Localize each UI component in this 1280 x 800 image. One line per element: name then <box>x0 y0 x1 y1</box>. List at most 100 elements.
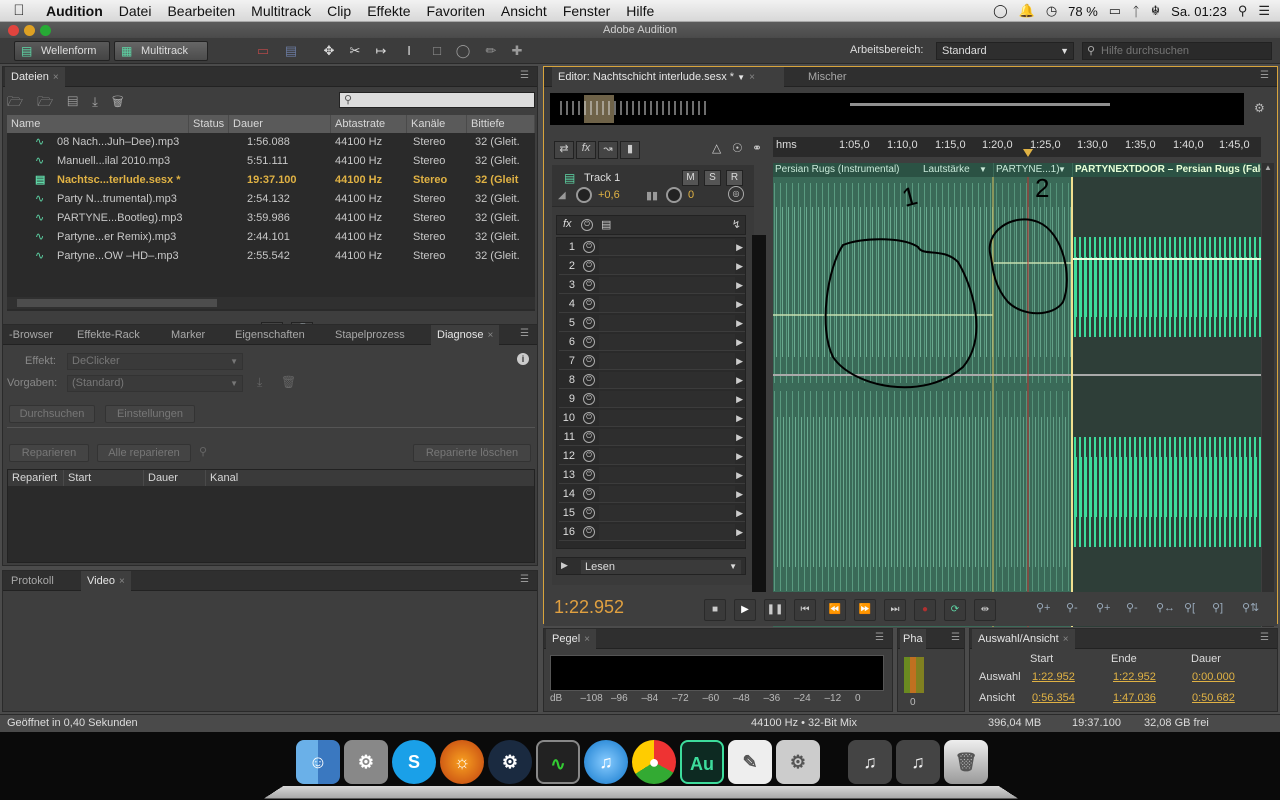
repair-button[interactable]: Reparieren <box>9 444 89 462</box>
fx-slot-field[interactable] <box>599 296 735 312</box>
razor-tool-icon[interactable]: ✂ <box>346 42 364 60</box>
column-bit-depth[interactable]: Bittiefe <box>467 115 535 133</box>
fx-slot-field[interactable] <box>599 277 735 293</box>
power-icon[interactable]: ⏻ <box>583 241 595 253</box>
fx-slot-field[interactable] <box>599 315 735 331</box>
brush-tool-icon[interactable]: ✏ <box>482 42 500 60</box>
spectral-view-icon[interactable]: ▭ <box>254 42 272 60</box>
file-row[interactable]: ∿ Partyne...OW –HD–.mp3 2:55.542 44100 Hz St… <box>7 247 535 266</box>
view-end[interactable]: 1:47.036 <box>1113 692 1156 704</box>
zoom-selection-icon[interactable]: ⚲⇅ <box>1242 601 1259 614</box>
mute-button[interactable]: M <box>682 170 699 186</box>
trash-icon[interactable]: 🗑 <box>944 740 988 784</box>
textedit-icon[interactable]: ✎ <box>728 740 772 784</box>
fx-slot[interactable]: 13 ⏻ ▶ <box>559 466 745 484</box>
zoom-in-point-icon[interactable]: ⚲[ <box>1184 601 1195 614</box>
timeline-ruler[interactable]: hms 1:05,0 1:10,0 1:15,0 1:20,0 1:25,0 1… <box>773 137 1261 157</box>
music-folder-icon[interactable]: ♫ <box>896 740 940 784</box>
menu-datei[interactable]: Datei <box>111 0 160 22</box>
power-icon[interactable]: ⏻ <box>583 355 595 367</box>
tab-history[interactable]: Protokoll <box>5 571 60 591</box>
file-row[interactable]: ▤ Nachtsc...terlude.sesx * 19:37.100 44100 … <box>7 171 535 190</box>
chevron-right-icon[interactable]: ▶ <box>736 428 743 446</box>
chevron-right-icon[interactable]: ▶ <box>736 447 743 465</box>
clock[interactable]: Sa. 01:23 <box>1171 4 1227 19</box>
fx-slot-field[interactable] <box>599 524 735 540</box>
close-icon[interactable]: × <box>487 330 493 341</box>
tab-editor[interactable]: Editor: Nachtschicht interlude.sesx * ▼ × <box>552 67 784 87</box>
tab-level[interactable]: Pegel × <box>546 629 596 649</box>
zoom-out-amplitude-icon[interactable]: ⚲- <box>1066 601 1078 614</box>
metronome-icon[interactable]: △ <box>712 141 721 155</box>
power-icon[interactable]: ⏻ <box>583 469 595 481</box>
selection-end[interactable]: 1:22.952 <box>1113 671 1156 683</box>
clip-header[interactable]: PARTYNEXTDOOR – Persian Rugs (Falcons <box>1073 163 1261 177</box>
tab-selection-view[interactable]: Auswahl/Ansicht × <box>972 629 1075 649</box>
skype-icon[interactable]: S <box>392 740 436 784</box>
panel-menu-icon[interactable]: ☰ <box>875 632 884 643</box>
pan-value[interactable]: 0 <box>688 189 694 201</box>
current-time[interactable]: 1:22.952 <box>554 597 624 618</box>
fx-slot-field[interactable] <box>599 448 735 464</box>
fx-slot[interactable]: 6 ⏻ ▶ <box>559 333 745 351</box>
power-icon[interactable]: ⏻ <box>583 317 595 329</box>
audition-icon[interactable]: Au <box>680 740 724 784</box>
skip-back-icon[interactable]: ⏮ <box>794 599 816 621</box>
fx-slot[interactable]: 1 ⏻ ▶ <box>559 238 745 256</box>
fx-slot[interactable]: 7 ⏻ ▶ <box>559 352 745 370</box>
zoom-out-time-icon[interactable]: ⚲- <box>1126 601 1138 614</box>
fx-slot[interactable]: 3 ⏻ ▶ <box>559 276 745 294</box>
menu-multitrack[interactable]: Multitrack <box>243 0 319 22</box>
chevron-right-icon[interactable]: ▶ <box>736 333 743 351</box>
bell-icon[interactable]: 🔔 <box>1019 3 1035 19</box>
itunes-icon[interactable]: ♫ <box>584 740 628 784</box>
selection-duration[interactable]: 0:00.000 <box>1192 671 1235 683</box>
fx-slot-field[interactable] <box>599 239 735 255</box>
tab-batch[interactable]: Stapelprozess <box>329 325 411 345</box>
file-search-field[interactable]: ⚲ <box>339 92 535 108</box>
column-start[interactable]: Start <box>64 470 144 486</box>
preset-icon[interactable]: ▤ <box>601 218 611 231</box>
panel-menu-icon[interactable]: ☰ <box>520 328 529 339</box>
fx-slot-field[interactable] <box>599 258 735 274</box>
file-row[interactable]: ∿ 08 Nach...Juh–Dee).mp3 1:56.088 44100 Hz S… <box>7 133 535 152</box>
io-icon[interactable]: ⇄ <box>554 141 574 159</box>
chevron-right-icon[interactable]: ▶ <box>561 560 568 571</box>
bluetooth-icon[interactable]: ᛏ <box>1132 4 1140 19</box>
apple-menu-icon[interactable]:  <box>0 0 38 22</box>
wifi-icon[interactable]: ☬ <box>1151 3 1160 19</box>
fx-slot[interactable]: 10 ⏻ ▶ <box>559 409 745 427</box>
save-preset-icon[interactable]: ⤓ <box>257 375 262 390</box>
zoom-in-amplitude-icon[interactable]: ⚲+ <box>1036 601 1050 614</box>
chevron-up-icon[interactable]: ▲ <box>1264 163 1272 172</box>
column-sample-rate[interactable]: Abtastrate <box>331 115 407 133</box>
file-row[interactable]: ∿ PARTYNE...Bootleg).mp3 3:59.986 44100 Hz S… <box>7 209 535 228</box>
tab-phase[interactable]: Pha <box>900 629 926 649</box>
selection-start[interactable]: 1:22.952 <box>1032 671 1075 683</box>
fx-icon[interactable]: fx <box>563 218 572 230</box>
power-icon[interactable]: ⏻ <box>583 374 595 386</box>
chevron-right-icon[interactable]: ▶ <box>736 238 743 256</box>
list-menu-icon[interactable]: ☰ <box>1258 3 1270 19</box>
close-icon[interactable]: × <box>53 72 59 83</box>
close-icon[interactable]: × <box>749 72 755 83</box>
column-duration[interactable]: Dauer <box>229 115 331 133</box>
chevron-right-icon[interactable]: ▶ <box>736 466 743 484</box>
file-row[interactable]: ∿ Manuell...ilal 2010.mp3 5:51.111 44100 Hz… <box>7 152 535 171</box>
eq-icon[interactable]: ▮ <box>620 141 640 159</box>
fx-slot-field[interactable] <box>599 429 735 445</box>
spotlight-search-icon[interactable]: ⚲ <box>1238 3 1248 19</box>
steam-icon[interactable]: ⚙ <box>488 740 532 784</box>
power-icon[interactable]: ⏻ <box>583 450 595 462</box>
track-name[interactable]: Track 1 <box>584 172 620 184</box>
finder-icon[interactable]: ☺ <box>296 740 340 784</box>
fx-slot-field[interactable] <box>599 391 735 407</box>
zoom-in-time-icon[interactable]: ⚲+ <box>1096 601 1110 614</box>
column-name[interactable]: Name <box>7 115 189 133</box>
stop-icon[interactable]: ■ <box>704 599 726 621</box>
file-row[interactable]: ∿ Party N...trumental).mp3 2:54.132 44100 H… <box>7 190 535 209</box>
panel-menu-icon[interactable]: ☰ <box>1260 70 1269 81</box>
fx-slot[interactable]: 14 ⏻ ▶ <box>559 485 745 503</box>
file-row[interactable]: ∿ Partyne...er Remix).mp3 2:44.101 44100 Hz… <box>7 228 535 247</box>
panel-menu-icon[interactable]: ☰ <box>520 574 529 585</box>
